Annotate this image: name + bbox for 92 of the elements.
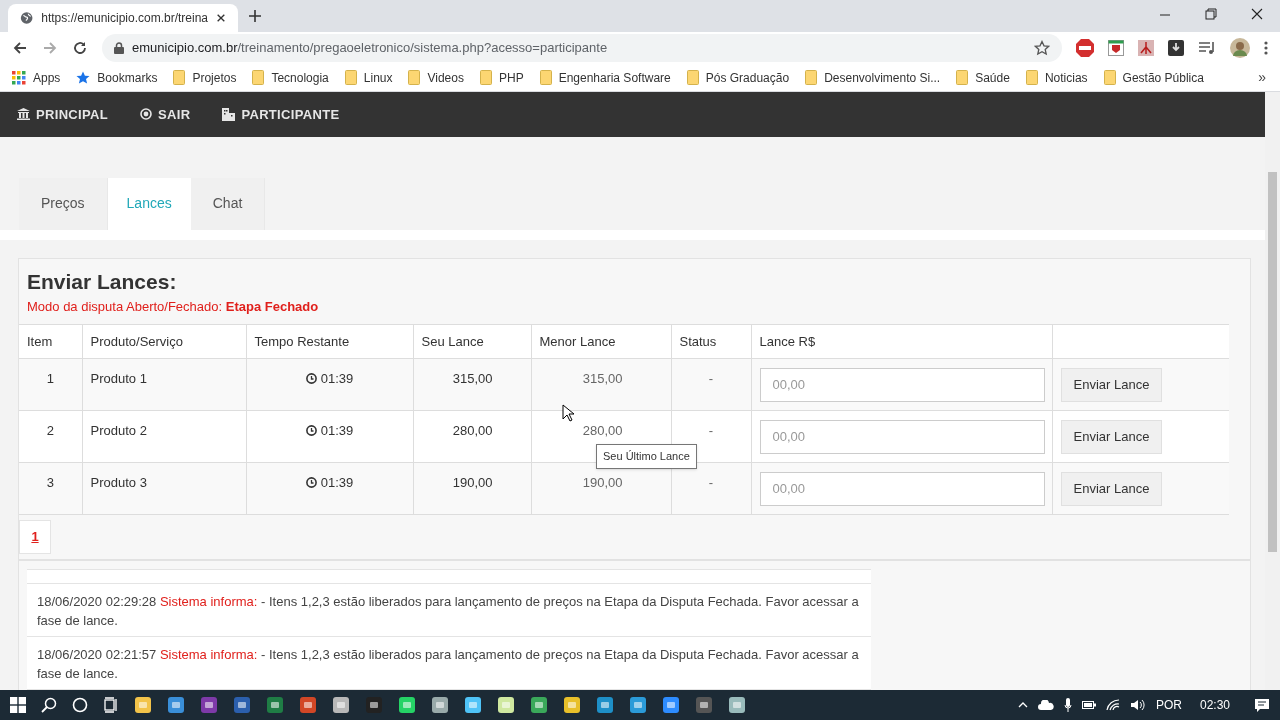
table-cell: -	[708, 423, 714, 438]
bookmark[interactable]: Saúde	[956, 68, 1010, 87]
bookmark[interactable]: Linux	[344, 68, 393, 87]
bookmark[interactable]: Gestão Pública	[1103, 68, 1204, 87]
tab-title: https://emunicipio.com.br/treina	[41, 10, 209, 27]
table-cell: 190,00	[452, 475, 493, 490]
table-cell: 315,00	[452, 371, 493, 386]
table-cell: 190,00	[582, 475, 623, 490]
column-header: Item	[27, 333, 53, 349]
url-text: emunicipio.com.br/treinamento/pregaoeletronico/sistema.php?acesso=participante	[132, 39, 609, 58]
send-bid-button[interactable]: Enviar Lance	[1060, 471, 1163, 506]
bid-input-field[interactable]: 00,00	[759, 419, 1045, 454]
column-header: Menor Lance	[539, 333, 616, 349]
shield-icon[interactable]	[1108, 40, 1124, 56]
bookmark[interactable]: Apps	[12, 68, 61, 87]
bid-input-field[interactable]: 00,00	[759, 471, 1045, 506]
table-cell: -	[708, 371, 714, 386]
panel-title: Enviar Lances:	[27, 268, 178, 295]
clock-icon	[305, 373, 317, 385]
bookmark[interactable]: Pós Graduação	[686, 68, 790, 87]
table-cell: Produto 1	[90, 371, 147, 386]
notification-icon[interactable]	[1254, 698, 1270, 712]
table-cell: 2	[46, 423, 54, 438]
chevron-up-icon[interactable]	[1017, 702, 1028, 708]
dispute-mode-text: Modo da disputa Aberto/Fechado: Etapa Fechado	[27, 297, 320, 316]
bookmark[interactable]: PHP	[479, 68, 524, 87]
message-text: 18/06/2020 02:29:28 Sistema informa: - Itens 1,2,3 estão liberados para lançamento de preços na Etapa da Disputa Fechada. Favor acessar a fase de lance.	[27, 584, 871, 637]
adblock-icon[interactable]	[1076, 39, 1094, 57]
table-cell: Produto 3	[90, 475, 147, 490]
globe-icon	[20, 10, 34, 26]
more-bookmarks-button[interactable]: »	[1258, 67, 1266, 88]
tooltip: Seu Último Lance	[596, 444, 697, 469]
table-cell: 01:39	[305, 473, 354, 493]
microphone-icon[interactable]	[1063, 698, 1072, 712]
bookmark[interactable]: Videos	[408, 68, 464, 87]
battery-icon[interactable]	[1081, 700, 1096, 710]
circle-dot-icon	[140, 108, 153, 121]
close-icon[interactable]	[216, 12, 226, 24]
table-cell: 01:39	[305, 369, 354, 389]
wifi-icon[interactable]	[1105, 699, 1120, 711]
column-header: Status	[679, 333, 717, 349]
apps-grid-icon	[12, 70, 26, 85]
column-header: Seu Lance	[421, 333, 484, 349]
playlist-icon[interactable]	[1198, 40, 1216, 56]
page-link[interactable]: 1	[19, 520, 51, 554]
table-cell: 01:39	[305, 421, 354, 441]
back-icon[interactable]	[12, 40, 28, 56]
star-icon[interactable]	[1034, 40, 1050, 56]
nav-link[interactable]: PRINCIPAL	[17, 104, 109, 125]
clock-icon	[305, 425, 317, 437]
table-cell: -	[708, 475, 714, 490]
bid-input-field[interactable]: 00,00	[759, 367, 1045, 402]
speaker-icon[interactable]	[1129, 699, 1146, 711]
reload-icon[interactable]	[72, 40, 88, 56]
column-header: Tempo Restante	[254, 333, 350, 349]
browser-tab[interactable]: https://emunicipio.com.br/treina	[8, 4, 238, 32]
table-cell: 315,00	[582, 371, 623, 386]
clock-icon	[305, 477, 317, 489]
bookmark[interactable]: Desenvolvimento Si...	[805, 68, 941, 87]
table-cell: 3	[46, 475, 54, 490]
task-view-icon[interactable]	[103, 697, 119, 713]
download-icon[interactable]	[1168, 40, 1184, 56]
language-indicator[interactable]: POR	[1155, 696, 1182, 714]
cloud-icon[interactable]	[1037, 700, 1054, 710]
star-icon	[76, 70, 91, 85]
clock-text[interactable]: 02:30	[1199, 696, 1230, 714]
bookmark[interactable]: Engenharia Software	[539, 68, 671, 87]
send-bid-button[interactable]: Enviar Lance	[1060, 419, 1163, 454]
bookmark[interactable]: Tecnologia	[252, 68, 329, 87]
new-tab-icon[interactable]	[248, 9, 262, 23]
nav-link[interactable]: PARTICIPANTE	[222, 104, 340, 125]
document-icon[interactable]	[1138, 40, 1154, 56]
menu-icon[interactable]	[1264, 40, 1268, 56]
column-header: Produto/Serviço	[90, 333, 183, 349]
table-cell: 1	[46, 371, 54, 386]
table-cell: 280,00	[582, 423, 623, 438]
bookmark[interactable]: Noticias	[1025, 68, 1088, 87]
search-icon[interactable]	[41, 697, 57, 713]
address-bar[interactable]: emunicipio.com.br/treinamento/pregaoeletronico/sistema.php?acesso=participante	[102, 34, 1062, 62]
bookmark[interactable]: Bookmarks	[76, 68, 158, 87]
send-bid-button[interactable]: Enviar Lance	[1060, 367, 1163, 402]
lock-icon	[114, 42, 124, 54]
windows-icon[interactable]	[10, 697, 26, 713]
building-icon	[222, 107, 236, 121]
column-header: Lance R$	[759, 333, 816, 349]
circle-icon[interactable]	[72, 697, 88, 713]
table-cell: 280,00	[452, 423, 493, 438]
bank-icon	[17, 108, 30, 121]
avatar-icon[interactable]	[1230, 38, 1250, 58]
bookmark[interactable]: Projetos	[173, 68, 237, 87]
nav-link[interactable]: SAIR	[140, 104, 191, 125]
table-cell: Produto 2	[90, 423, 147, 438]
